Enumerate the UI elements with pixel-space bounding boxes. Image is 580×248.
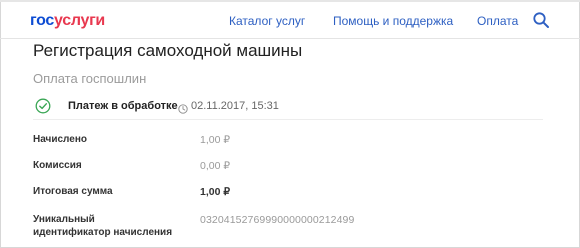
total-value: 1,00 ₽: [200, 186, 231, 198]
nav-help-link[interactable]: Помощь и поддержка: [333, 14, 453, 28]
search-icon[interactable]: [532, 11, 550, 29]
total-label: Итоговая сумма: [33, 186, 113, 197]
fee-value: 0,00 ₽: [200, 160, 231, 172]
check-circle-icon: [35, 98, 51, 114]
fee-label: Комиссия: [33, 160, 82, 171]
charged-label: Начислено: [33, 134, 87, 145]
payment-datetime: 02.11.2017, 15:31: [191, 100, 279, 112]
payment-status-text: Платеж в обработке: [68, 100, 178, 112]
page-subtitle: Оплата госпошлин: [33, 71, 147, 86]
nav-catalog-link[interactable]: Каталог услуг: [229, 14, 305, 28]
gosuslugi-logo[interactable]: госуслуги: [30, 12, 105, 30]
header-divider: [0, 38, 580, 39]
clock-icon: [178, 101, 188, 114]
uid-label-line2: идентификатор начисления: [33, 227, 173, 238]
status-divider: [33, 119, 543, 120]
uid-value: 03204152769990000000212499: [200, 214, 355, 226]
logo-part-gos: гос: [30, 12, 55, 29]
site-header: госуслуги Каталог услуг Помощь и поддерж…: [0, 2, 580, 38]
uid-label-line1: Уникальный: [33, 214, 95, 225]
logo-part-uslugi: услуги: [54, 12, 105, 29]
nav-payment-link[interactable]: Оплата: [477, 14, 518, 28]
page-title: Регистрация самоходной машины: [33, 41, 303, 60]
charged-value: 1,00 ₽: [200, 134, 231, 146]
